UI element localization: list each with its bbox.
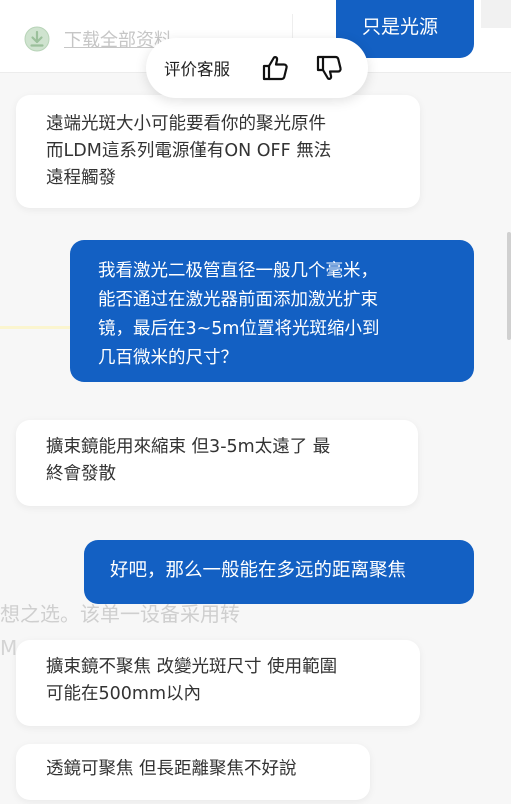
rate-service-label: 评价客服	[164, 60, 230, 79]
agent-message: 擴束鏡能用來縮束 但3-5m太遠了 最 終會發散	[16, 420, 418, 506]
message-text: 遠端光斑大小可能要看你的聚光原件	[46, 114, 326, 134]
message-text: 可能在500mm以內	[46, 684, 201, 704]
background-faded-text-2: M	[0, 636, 18, 660]
rate-service-panel: 评价客服	[146, 38, 368, 98]
agent-message: 遠端光斑大小可能要看你的聚光原件 而LDM這系列電源僅有ON OFF 無法 遠程…	[16, 95, 420, 208]
message-text: 擴束鏡能用來縮束 但3-5m太遠了 最	[46, 437, 331, 457]
message-text: 好吧，那么一般能在多远的距离聚焦	[110, 560, 407, 581]
message-text: 而LDM這系列電源僅有ON OFF 無法	[46, 141, 332, 161]
message-text: 終會發散	[46, 464, 116, 484]
agent-message: 擴束鏡不聚焦 改變光斑尺寸 使用範圍 可能在500mm以內	[16, 640, 420, 726]
user-message: 好吧，那么一般能在多远的距离聚焦	[84, 540, 474, 604]
download-all-link[interactable]: 下载全部资料	[24, 26, 172, 52]
message-text: 透鏡可聚焦 但長距離聚焦不好說	[46, 759, 297, 779]
message-text: 擴束鏡不聚焦 改變光斑尺寸 使用範圍	[46, 657, 338, 677]
message-text: 能否通过在激光器前面添加激光扩束	[98, 290, 378, 310]
message-text: 镜，最后在3~5m位置将光斑缩小到	[98, 319, 380, 339]
message-text: 几百微米的尺寸？	[98, 348, 238, 368]
download-icon	[24, 26, 50, 52]
message-text: 只是光源	[362, 16, 439, 38]
message-text: 我看激光二极管直径一般几个毫米，	[98, 261, 378, 281]
thumbs-up-icon[interactable]	[260, 53, 290, 83]
message-text: 遠程觸發	[46, 168, 116, 188]
background-corner	[481, 0, 511, 28]
background-highlight-line	[0, 326, 70, 329]
thumbs-down-icon[interactable]	[314, 53, 344, 83]
agent-message: 透鏡可聚焦 但長距離聚焦不好說	[16, 744, 370, 800]
user-message: 我看激光二极管直径一般几个毫米， 能否通过在激光器前面添加激光扩束 镜，最后在3…	[70, 240, 474, 382]
scrollbar-thumb[interactable]	[507, 232, 511, 340]
